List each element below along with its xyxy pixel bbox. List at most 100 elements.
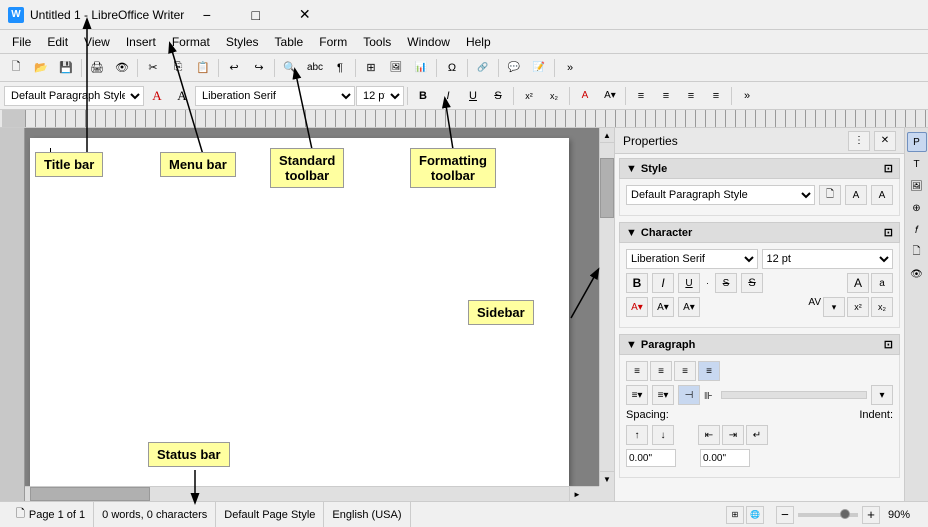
find-button[interactable]: 🔍 <box>278 57 302 79</box>
print-button[interactable]: 🖨 <box>85 57 109 79</box>
italic-button[interactable]: I <box>436 85 460 107</box>
char-lowercase-button[interactable]: a <box>871 273 893 293</box>
menu-view[interactable]: View <box>76 30 118 53</box>
sidebar-more-button[interactable]: ⋮ <box>848 131 870 151</box>
font-name-sidebar-select[interactable]: Liberation Serif <box>626 249 758 269</box>
menu-tools[interactable]: Tools <box>355 30 399 53</box>
char-super-sidebar[interactable]: x² <box>847 297 869 317</box>
font-style-a2[interactable]: A <box>170 85 194 107</box>
char-uppercase-button[interactable]: A <box>847 273 869 293</box>
menu-table[interactable]: Table <box>267 30 312 53</box>
undo-button[interactable]: ↩ <box>222 57 246 79</box>
cut-button[interactable]: ✂ <box>141 57 165 79</box>
paste-button[interactable]: 📋 <box>191 57 215 79</box>
menu-help[interactable]: Help <box>458 30 499 53</box>
para-align-left[interactable]: ≡ <box>626 361 648 381</box>
char-bold-button[interactable]: B <box>626 273 648 293</box>
paragraph-style-select[interactable]: Default Paragraph Style <box>4 86 144 106</box>
save-button[interactable]: 💾 <box>54 57 78 79</box>
spellcheck-button[interactable]: abc <box>303 57 327 79</box>
font-name-select[interactable]: Liberation Serif <box>195 86 355 106</box>
more-button[interactable]: » <box>558 57 582 79</box>
properties-panel-button[interactable]: P <box>907 132 927 152</box>
more-formatting-button[interactable]: » <box>735 85 759 107</box>
highlight-button[interactable]: A▾ <box>598 85 622 107</box>
bold-button[interactable]: B <box>411 85 435 107</box>
para-align-right[interactable]: ≡ <box>674 361 696 381</box>
char-underline-button[interactable]: U <box>678 273 700 293</box>
table-button[interactable]: ⊞ <box>359 57 383 79</box>
track-changes-button[interactable]: 📝 <box>527 57 551 79</box>
char-shadow-sidebar[interactable]: A▾ <box>678 297 700 317</box>
zoom-slider[interactable] <box>798 513 858 517</box>
formatting-marks-button[interactable]: ¶ <box>328 57 352 79</box>
update-style-button[interactable]: A <box>845 185 867 205</box>
para-align-center[interactable]: ≡ <box>650 361 672 381</box>
style-section-header[interactable]: ▼ Style ⊡ <box>619 158 900 179</box>
gallery-panel-button[interactable]: 🖼 <box>907 176 927 196</box>
para-list-button[interactable]: ≡▾ <box>626 385 648 405</box>
functions-panel-button[interactable]: 𝑓 <box>907 220 927 240</box>
font-size-select[interactable]: 12 pt <box>356 86 404 106</box>
para-align-justify[interactable]: ≡ <box>698 361 720 381</box>
char-strike-button[interactable]: S <box>715 273 737 293</box>
page-panel-button[interactable]: 🗋 <box>907 242 927 262</box>
scroll-thumb-horizontal[interactable] <box>30 487 150 501</box>
indent-first-button[interactable]: ↵ <box>746 425 768 445</box>
preview-button[interactable]: 👁 <box>110 57 134 79</box>
new-doc-button[interactable]: 🗋 <box>4 57 28 79</box>
close-button[interactable]: ✕ <box>282 3 327 27</box>
sidebar-close-button[interactable]: ✕ <box>874 131 896 151</box>
scroll-thumb-vertical[interactable] <box>600 158 614 218</box>
chart-button[interactable]: 📊 <box>409 57 433 79</box>
spacing-above-value[interactable] <box>626 449 676 467</box>
menu-form[interactable]: Form <box>311 30 355 53</box>
strikethrough-button[interactable]: S <box>486 85 510 107</box>
char-double-strike-button[interactable]: S <box>741 273 763 293</box>
maximize-button[interactable]: □ <box>233 3 278 27</box>
underline-button[interactable]: U <box>461 85 485 107</box>
align-left-button[interactable]: ≡ <box>629 85 653 107</box>
zoom-thumb[interactable] <box>840 509 850 519</box>
menu-styles[interactable]: Styles <box>218 30 267 53</box>
horizontal-scrollbar[interactable]: ◄ ► <box>0 486 599 501</box>
indent-left-button[interactable]: ⇤ <box>698 425 720 445</box>
standard-view-button[interactable]: ⊞ <box>726 506 744 524</box>
align-center-button[interactable]: ≡ <box>654 85 678 107</box>
align-right-button[interactable]: ≡ <box>679 85 703 107</box>
char-highlight-sidebar[interactable]: A▾ <box>652 297 674 317</box>
spacing-above-button[interactable]: ↑ <box>626 425 648 445</box>
navigator-panel-button[interactable]: ⊕ <box>907 198 927 218</box>
superscript-button[interactable]: x² <box>517 85 541 107</box>
styles-panel-button[interactable]: T <box>907 154 927 174</box>
zoom-out-button[interactable]: − <box>776 506 794 524</box>
paragraph-style-sidebar-select[interactable]: Default Paragraph Style <box>626 185 815 205</box>
document-page[interactable] <box>30 138 569 486</box>
document-area[interactable]: ▲ ▼ ◄ ► <box>0 128 614 501</box>
zoom-in-button[interactable]: + <box>862 506 880 524</box>
special-char-button[interactable]: Ω <box>440 57 464 79</box>
hyperlink-button[interactable]: 🔗 <box>471 57 495 79</box>
font-color-button[interactable]: A <box>573 85 597 107</box>
minimize-button[interactable]: − <box>184 3 229 27</box>
para-num-list-button[interactable]: ≡▾ <box>652 385 674 405</box>
redo-button[interactable]: ↪ <box>247 57 271 79</box>
align-justify-button[interactable]: ≡ <box>704 85 728 107</box>
menu-insert[interactable]: Insert <box>118 30 164 53</box>
paragraph-section-header[interactable]: ▼ Paragraph ⊡ <box>619 334 900 355</box>
comment-button[interactable]: 💬 <box>502 57 526 79</box>
character-section-header[interactable]: ▼ Character ⊡ <box>619 222 900 243</box>
style-options-button[interactable]: A <box>871 185 893 205</box>
web-view-button[interactable]: 🌐 <box>746 506 764 524</box>
para-more-button[interactable]: ▾ <box>871 385 893 405</box>
menu-format[interactable]: Format <box>164 30 218 53</box>
spacing-below-button[interactable]: ↓ <box>652 425 674 445</box>
menu-edit[interactable]: Edit <box>39 30 76 53</box>
copy-button[interactable]: ⎘ <box>166 57 190 79</box>
vertical-scrollbar[interactable]: ▲ ▼ <box>599 128 614 486</box>
char-italic-button[interactable]: I <box>652 273 674 293</box>
char-sub-sidebar[interactable]: x₂ <box>871 297 893 317</box>
indent-left-value[interactable] <box>700 449 750 467</box>
menu-window[interactable]: Window <box>399 30 458 53</box>
font-style-a1[interactable]: A <box>145 85 169 107</box>
